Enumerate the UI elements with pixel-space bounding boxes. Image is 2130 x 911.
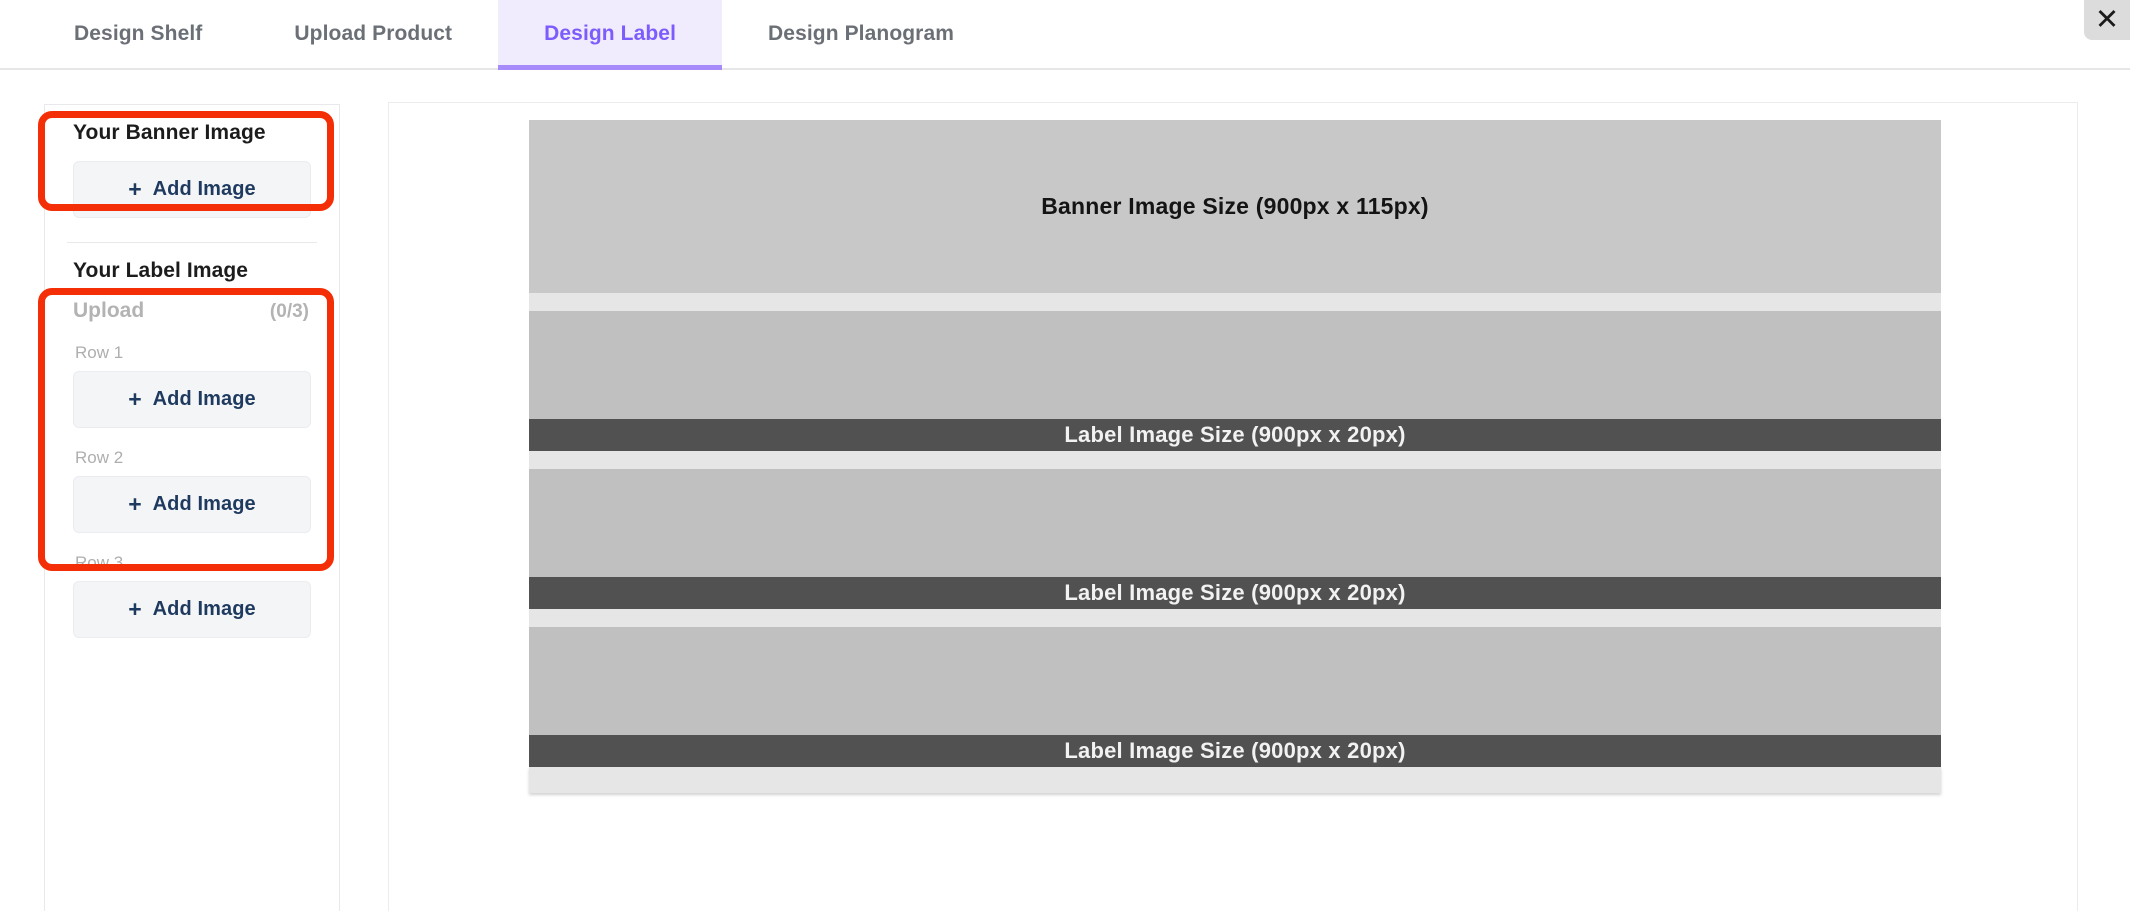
banner-add-image-button[interactable]: + Add Image [73, 161, 311, 218]
label-panel-title: Your Label Image [73, 259, 249, 282]
plus-icon: + [128, 491, 142, 517]
tab-label: Upload Product [294, 22, 453, 45]
shelf-block-3[interactable] [529, 627, 1941, 735]
label-bar-3[interactable]: Label Image Size (900px x 20px) [529, 735, 1941, 767]
label-bar-text: Label Image Size (900px x 20px) [1064, 580, 1406, 605]
plus-icon: + [128, 176, 142, 202]
shelf-preview-panel: Banner Image Size (900px x 115px) Label … [388, 102, 2078, 911]
shelf-block-2[interactable] [529, 469, 1941, 577]
add-image-label: Add Image [152, 598, 256, 620]
plus-icon: + [128, 596, 142, 622]
shelf-block-1[interactable] [529, 311, 1941, 419]
shelf-base-strip [529, 767, 1941, 793]
tab-design-shelf[interactable]: Design Shelf [28, 0, 248, 68]
upload-counter: (0/3) [269, 301, 309, 322]
close-button[interactable]: ✕ [2084, 0, 2130, 40]
row-2-add-image-button[interactable]: + Add Image [73, 476, 311, 533]
plus-icon: + [128, 386, 142, 412]
label-bar-2[interactable]: Label Image Size (900px x 20px) [529, 577, 1941, 609]
close-icon: ✕ [2094, 3, 2120, 36]
row-2-label: Row 2 [75, 448, 124, 467]
tab-upload-product[interactable]: Upload Product [248, 0, 498, 68]
upload-status-row: Upload (0/3) [73, 299, 311, 323]
label-bar-text: Label Image Size (900px x 20px) [1064, 422, 1406, 447]
tab-design-planogram[interactable]: Design Planogram [722, 0, 1000, 68]
tab-design-label[interactable]: Design Label [498, 0, 723, 70]
sidebar: Your Banner Image + Add Image Your Label… [44, 104, 340, 911]
row-3-add-image-button[interactable]: + Add Image [73, 581, 311, 638]
label-image-panel: Your Label Image Upload (0/3) Row 1 + Ad… [59, 243, 325, 656]
banner-placeholder-text: Banner Image Size (900px x 115px) [1041, 193, 1429, 219]
label-bar-text: Label Image Size (900px x 20px) [1064, 738, 1406, 763]
banner-image-panel: Your Banner Image + Add Image [59, 105, 325, 236]
row-1-label: Row 1 [75, 343, 124, 362]
shelf-gap-strip [529, 609, 1941, 627]
tab-label: Design Shelf [74, 22, 203, 45]
design-label-screen: Design Shelf Upload Product Design Label… [0, 0, 2130, 911]
add-image-label: Add Image [152, 178, 256, 200]
shelf-gap-strip [529, 293, 1941, 311]
shelf-mockup: Banner Image Size (900px x 115px) Label … [529, 120, 1941, 793]
row-1-add-image-button[interactable]: + Add Image [73, 371, 311, 428]
shelf-gap-strip [529, 451, 1941, 469]
add-image-label: Add Image [152, 388, 256, 410]
add-image-label: Add Image [152, 493, 256, 515]
upload-label: Upload [73, 299, 145, 322]
tab-label: Design Label [544, 22, 677, 45]
tab-label: Design Planogram [768, 22, 955, 45]
banner-placeholder[interactable]: Banner Image Size (900px x 115px) [529, 120, 1941, 293]
label-bar-1[interactable]: Label Image Size (900px x 20px) [529, 419, 1941, 451]
row-3-label: Row 3 [75, 553, 124, 572]
main-tab-bar: Design Shelf Upload Product Design Label… [0, 0, 2130, 70]
banner-panel-title: Your Banner Image [73, 121, 266, 144]
